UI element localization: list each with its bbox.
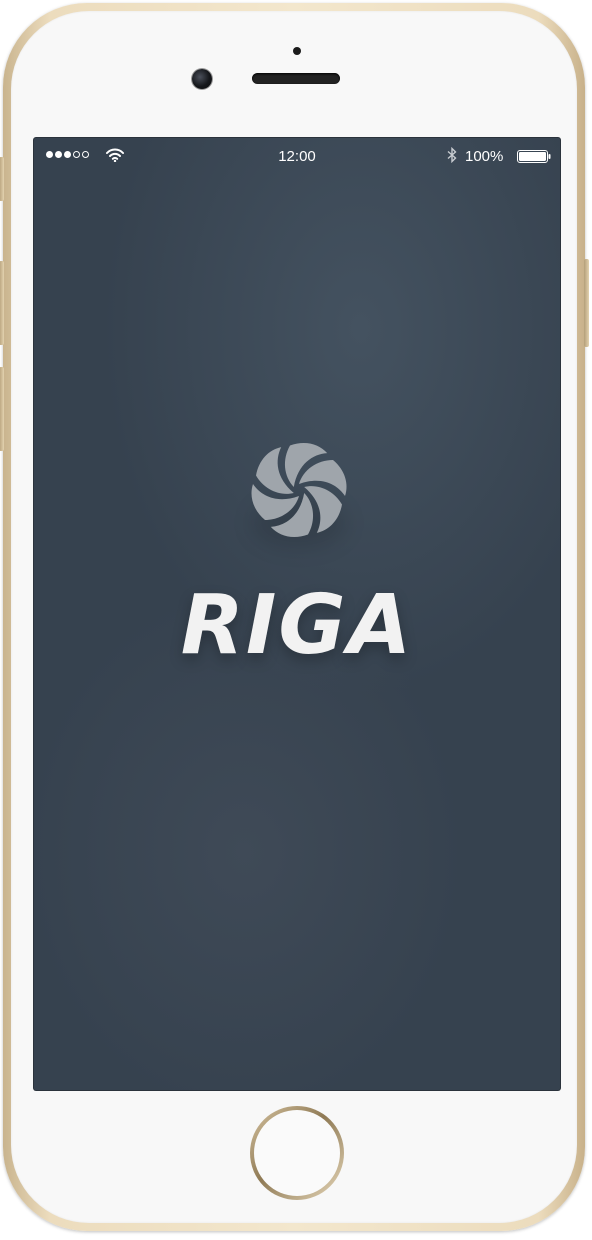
volume-down-button bbox=[0, 367, 4, 451]
app-screen: 12:00 100% RIGA bbox=[34, 138, 560, 1090]
swirl-logo-icon bbox=[251, 443, 347, 537]
earpiece-speaker bbox=[252, 73, 340, 84]
volume-up-button bbox=[0, 261, 4, 345]
home-button[interactable] bbox=[250, 1106, 344, 1200]
power-button bbox=[584, 259, 589, 347]
bluetooth-icon bbox=[447, 147, 457, 163]
battery-percentage: 100% bbox=[465, 148, 504, 165]
status-bar: 12:00 100% bbox=[34, 138, 560, 174]
app-wordmark: RIGA bbox=[180, 578, 414, 673]
battery-icon bbox=[517, 150, 551, 163]
proximity-sensor bbox=[293, 47, 301, 55]
mute-switch bbox=[0, 157, 4, 201]
front-camera bbox=[192, 69, 212, 89]
